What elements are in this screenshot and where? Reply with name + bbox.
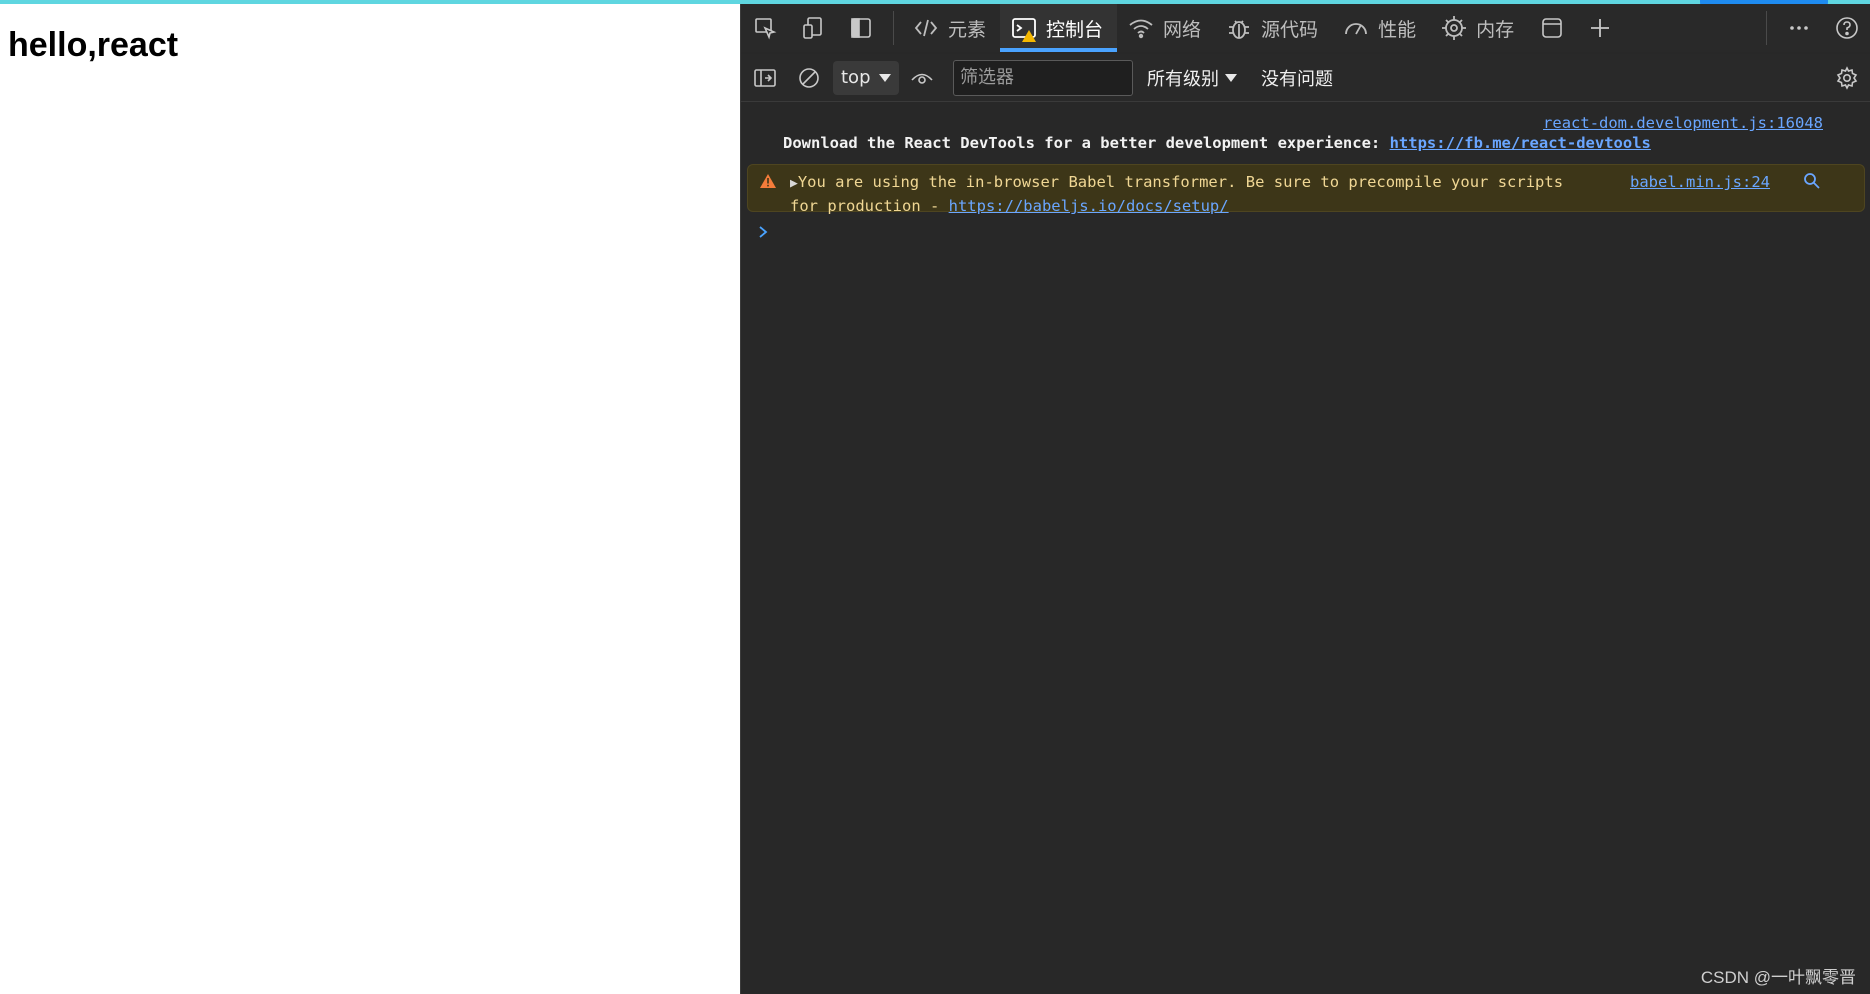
tab-elements-label: 元素 (948, 18, 987, 41)
tabbar-divider-right (1766, 11, 1767, 45)
chevron-down-icon (879, 73, 891, 82)
warning-line1: You are using the in-browser Babel trans… (797, 173, 1564, 191)
warning-badge-icon (1022, 30, 1037, 42)
tab-memory[interactable]: 内存 (1430, 4, 1528, 52)
more-panels-icon[interactable] (1528, 4, 1576, 52)
tab-sources[interactable]: 源代码 (1215, 4, 1332, 52)
warning-source-link[interactable]: babel.min.js:24 (1630, 173, 1770, 191)
log-levels-dropdown[interactable]: 所有级别 (1147, 65, 1237, 91)
console-toolbar: top 所有级别 没有问题 (741, 54, 1870, 102)
react-devtools-link[interactable]: https://fb.me/react-devtools (1390, 134, 1651, 152)
issues-button[interactable]: 没有问题 (1261, 65, 1333, 91)
tabbar-divider (893, 11, 894, 45)
help-icon[interactable] (1823, 4, 1870, 52)
tab-console-label: 控制台 (1046, 18, 1104, 41)
filter-input[interactable] (953, 59, 1133, 96)
tab-network[interactable]: 网络 (1117, 4, 1215, 52)
tab-performance[interactable]: 性能 (1332, 4, 1430, 52)
tab-console[interactable]: 控制台 (1000, 4, 1118, 52)
context-selector[interactable]: top (833, 60, 899, 95)
info-message-text: Download the React DevTools for a better… (783, 134, 1651, 152)
tab-elements[interactable]: 元素 (902, 4, 1000, 52)
console-message-warning: ▶You are using the in-browser Babel tran… (747, 164, 1865, 215)
tab-sources-label: 源代码 (1261, 18, 1319, 41)
bug-icon (1229, 20, 1250, 39)
warning-line2: for production - (790, 197, 949, 215)
console-settings-gear-icon[interactable] (1823, 54, 1870, 102)
babel-setup-link[interactable]: https://babeljs.io/docs/setup/ (949, 197, 1229, 215)
warning-message-text: ▶You are using the in-browser Babel tran… (790, 171, 1610, 217)
tab-network-label: 网络 (1163, 18, 1202, 41)
clear-console-icon[interactable] (789, 54, 829, 102)
tab-performance-label: 性能 (1378, 18, 1417, 41)
chevron-down-icon (1225, 73, 1237, 82)
watermark: CSDN @一叶飘零晋 (1700, 968, 1856, 987)
more-options-icon[interactable] (1775, 4, 1823, 52)
tab-memory-label: 内存 (1476, 18, 1515, 41)
page-viewport: hello,react (0, 4, 740, 994)
live-expression-eye-icon[interactable] (899, 54, 945, 102)
add-tab-icon[interactable] (1576, 4, 1624, 52)
log-levels-label: 所有级别 (1147, 68, 1219, 90)
gauge-icon (1345, 23, 1367, 35)
console-prompt-chevron-icon[interactable] (755, 224, 771, 240)
expand-triangle-icon[interactable]: ▶ (790, 176, 798, 191)
context-value: top (841, 67, 871, 88)
console-output: react-dom.development.js:16048 Download … (741, 104, 1870, 994)
dock-side-icon[interactable] (837, 4, 885, 52)
info-message-body: Download the React DevTools for a better… (783, 134, 1390, 152)
search-icon[interactable] (1802, 171, 1822, 191)
code-brackets-icon (914, 19, 938, 37)
chip-icon (1442, 16, 1467, 40)
devtools-panel: 元素 控制台 网络 源代码 性能 内存 top 筛选器 所有级别 没有问题 re… (740, 4, 1870, 994)
warning-triangle-icon (760, 174, 776, 188)
page-heading: hello,react (8, 26, 179, 64)
wifi-icon (1129, 19, 1153, 39)
inspect-element-icon[interactable] (741, 4, 789, 52)
devtools-tabbar: 元素 控制台 网络 源代码 性能 内存 (741, 4, 1870, 52)
console-message-info: react-dom.development.js:16048 Download … (741, 110, 1870, 158)
info-source-link[interactable]: react-dom.development.js:16048 (1543, 114, 1823, 132)
show-sidebar-icon[interactable] (741, 54, 789, 102)
device-emulation-icon[interactable] (789, 4, 837, 52)
